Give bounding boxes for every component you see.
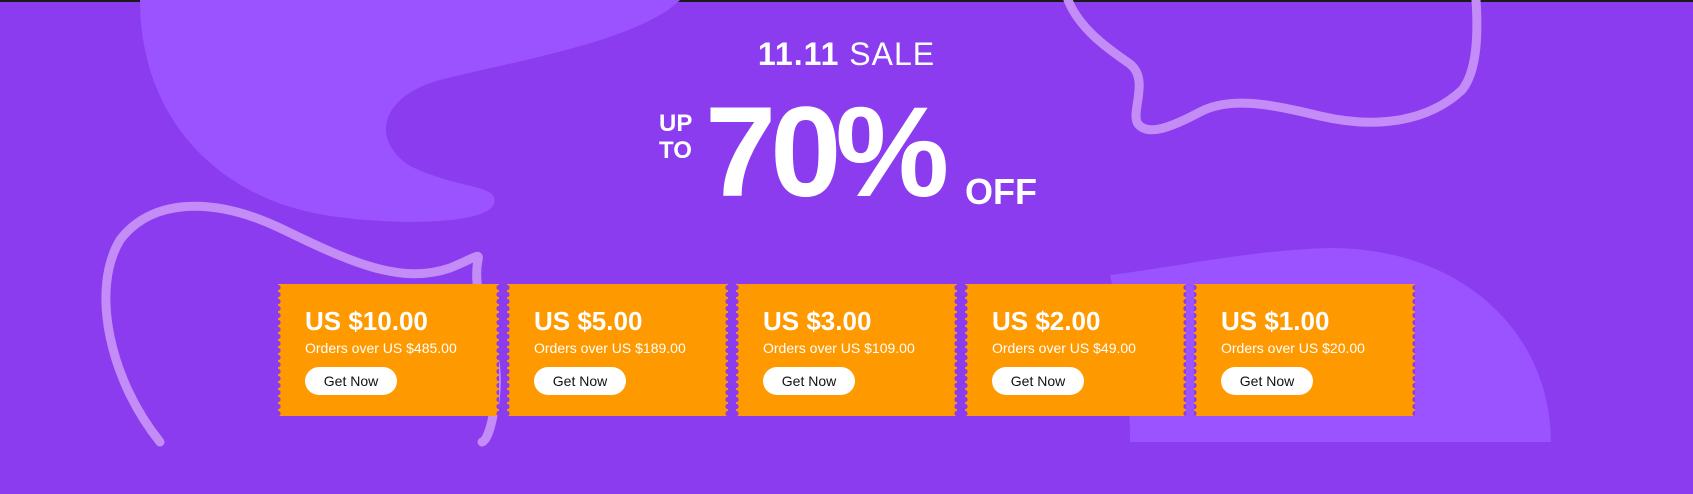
coupon-card: US $1.00 Orders over US $20.00 Get Now <box>1194 284 1415 416</box>
coupon-condition: Orders over US $485.00 <box>305 340 457 356</box>
coupon-amount: US $5.00 <box>534 306 643 336</box>
up-text: UP <box>659 110 693 137</box>
to-text: TO <box>659 137 692 164</box>
coupon-condition: Orders over US $109.00 <box>763 340 915 356</box>
get-now-button[interactable]: Get Now <box>1221 367 1313 395</box>
coupon-card: US $10.00 Orders over US $485.00 Get Now <box>278 284 499 416</box>
coupon-amount: US $2.00 <box>992 306 1101 336</box>
sale-title: 11.11 SALE <box>0 36 1693 73</box>
coupon-card: US $3.00 Orders over US $109.00 Get Now <box>736 284 957 416</box>
up-to-label: UP TO <box>659 110 705 164</box>
headline: 11.11 SALE UP TO 70% OFF <box>0 0 1693 220</box>
discount-percent: 70% <box>705 81 949 224</box>
coupon-amount: US $1.00 <box>1221 306 1330 336</box>
coupon-card: US $5.00 Orders over US $189.00 Get Now <box>507 284 728 416</box>
off-label: OFF <box>965 171 1037 212</box>
coupon-condition: Orders over US $189.00 <box>534 340 686 356</box>
sale-word: SALE <box>849 36 936 72</box>
get-now-button[interactable]: Get Now <box>534 367 626 395</box>
get-now-button[interactable]: Get Now <box>763 367 855 395</box>
get-now-button[interactable]: Get Now <box>305 367 397 395</box>
coupon-card: US $2.00 Orders over US $49.00 Get Now <box>965 284 1186 416</box>
sale-banner: 11.11 SALE UP TO 70% OFF US $10.00 Order… <box>0 0 1693 494</box>
sale-number: 11.11 <box>757 36 840 72</box>
coupon-list: US $10.00 Orders over US $485.00 Get Now… <box>278 284 1415 416</box>
coupon-condition: Orders over US $49.00 <box>992 340 1136 356</box>
coupon-amount: US $10.00 <box>305 306 428 336</box>
get-now-button[interactable]: Get Now <box>992 367 1084 395</box>
coupon-amount: US $3.00 <box>763 306 872 336</box>
coupon-condition: Orders over US $20.00 <box>1221 340 1365 356</box>
